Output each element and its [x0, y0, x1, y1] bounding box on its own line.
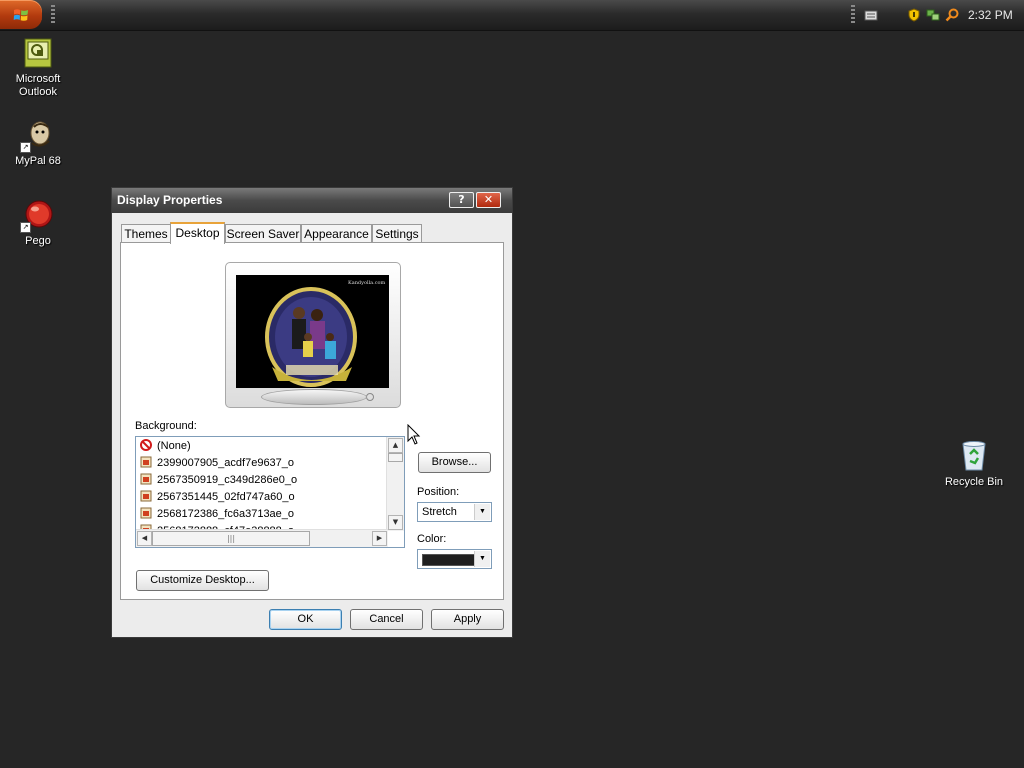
list-item-label: 2399007905_acdf7e9637_o: [157, 457, 295, 469]
close-button[interactable]: ✕: [476, 192, 501, 208]
help-button[interactable]: ?: [449, 192, 474, 208]
taskbar-grip[interactable]: [51, 5, 55, 25]
shortcut-arrow-icon: ↗: [20, 222, 31, 233]
monitor-stand: [261, 389, 367, 405]
desktop-icon-mypal[interactable]: ↗ MyPal 68: [0, 119, 78, 168]
desktop-tab-panel: Kandyolla.com Background: (None) 2399007…: [120, 242, 504, 600]
taskbar: 2:32 PM: [0, 0, 1024, 31]
scroll-right-icon[interactable]: ▶: [372, 531, 387, 546]
tab-themes[interactable]: Themes: [121, 224, 171, 243]
customize-desktop-button[interactable]: Customize Desktop...: [136, 570, 269, 591]
vertical-scrollbar[interactable]: ▲ ▼: [386, 437, 404, 531]
color-picker[interactable]: ▼: [417, 549, 492, 569]
preview-watermark: Kandyolla.com: [348, 280, 386, 286]
horizontal-scrollbar[interactable]: ◀ ||| ▶: [136, 529, 388, 547]
list-item[interactable]: 2399007905_acdf7e9637_o: [140, 455, 390, 471]
power-button-icon: [366, 393, 374, 401]
tab-settings[interactable]: Settings: [372, 224, 422, 243]
image-file-icon: [140, 456, 152, 468]
position-dropdown[interactable]: Stretch ▼: [417, 502, 492, 522]
start-button[interactable]: [0, 0, 42, 29]
tab-desktop[interactable]: Desktop: [170, 222, 225, 244]
display-properties-dialog: Display Properties ? ✕ Themes Desktop Sc…: [111, 187, 513, 638]
mypal-browser-icon: ↗: [20, 119, 54, 153]
shortcut-arrow-icon: ↗: [20, 142, 31, 153]
list-item[interactable]: 2567350919_c349d286e0_o: [140, 472, 390, 488]
list-item[interactable]: 2567351445_02fd747a60_o: [140, 489, 390, 505]
list-item[interactable]: (None): [140, 438, 390, 454]
list-item-label: (None): [157, 440, 191, 452]
position-value: Stretch: [422, 506, 457, 518]
chevron-down-icon[interactable]: ▼: [474, 551, 490, 567]
desktop-icon-label: Microsoft Outlook: [15, 73, 61, 98]
monitor-preview: Kandyolla.com: [225, 262, 401, 408]
scroll-left-icon[interactable]: ◀: [137, 531, 152, 546]
position-label: Position:: [417, 486, 460, 498]
desktop-icon-label: Pego: [25, 235, 51, 247]
ok-button[interactable]: OK: [269, 609, 342, 630]
background-label: Background:: [135, 420, 197, 432]
color-label: Color:: [417, 533, 447, 545]
tray-grip[interactable]: [851, 5, 855, 25]
list-item-label: 2567350919_c349d286e0_o: [157, 474, 298, 486]
cancel-button[interactable]: Cancel: [350, 609, 423, 630]
desktop-icon-pego[interactable]: ↗ Pego: [0, 199, 78, 248]
desktop-icon-outlook[interactable]: Microsoft Outlook: [0, 37, 78, 99]
desktop-icon-label: MyPal 68: [15, 155, 61, 167]
tab-appearance[interactable]: Appearance: [301, 224, 372, 243]
list-item-label: 2568172386_fc6a3713ae_o: [157, 508, 295, 520]
image-file-icon: [140, 490, 152, 502]
desktop-icon-recycle-bin[interactable]: Recycle Bin: [934, 440, 1014, 489]
windows-logo-icon: [13, 9, 28, 21]
wallpaper-preview: Kandyolla.com: [236, 275, 389, 388]
tab-screen-saver[interactable]: Screen Saver: [225, 224, 301, 243]
keyboard-icon[interactable]: [864, 8, 878, 22]
dialog-titlebar[interactable]: Display Properties ? ✕: [112, 188, 512, 213]
background-list[interactable]: (None) 2399007905_acdf7e9637_o 256735091…: [135, 436, 405, 548]
color-swatch: [422, 554, 477, 566]
horizontal-scroll-thumb[interactable]: |||: [152, 531, 310, 546]
recycle-bin-icon: [958, 440, 990, 472]
image-file-icon: [140, 507, 152, 519]
vertical-scroll-thumb[interactable]: [388, 453, 403, 462]
network-icon[interactable]: [926, 8, 940, 22]
pego-icon: ↗: [20, 199, 54, 233]
list-item-label: 2567351445_02fd747a60_o: [157, 491, 295, 503]
chevron-down-icon[interactable]: ▼: [474, 504, 490, 520]
scroll-up-icon[interactable]: ▲: [388, 438, 403, 453]
system-clock[interactable]: 2:32 PM: [968, 8, 1013, 22]
list-item[interactable]: 2568172386_fc6a3713ae_o: [140, 506, 390, 522]
apply-button[interactable]: Apply: [431, 609, 504, 630]
scroll-down-icon[interactable]: ▼: [388, 515, 403, 530]
dialog-title: Display Properties: [117, 193, 223, 207]
desktop-icon-label: Recycle Bin: [944, 476, 1004, 488]
mouse-cursor-icon: [407, 424, 421, 445]
search-icon[interactable]: [945, 8, 959, 22]
image-file-icon: [140, 473, 152, 485]
outlook-icon: [22, 37, 54, 69]
none-icon: [140, 439, 152, 451]
security-shield-icon[interactable]: [907, 8, 921, 22]
browse-button[interactable]: Browse...: [418, 452, 491, 473]
